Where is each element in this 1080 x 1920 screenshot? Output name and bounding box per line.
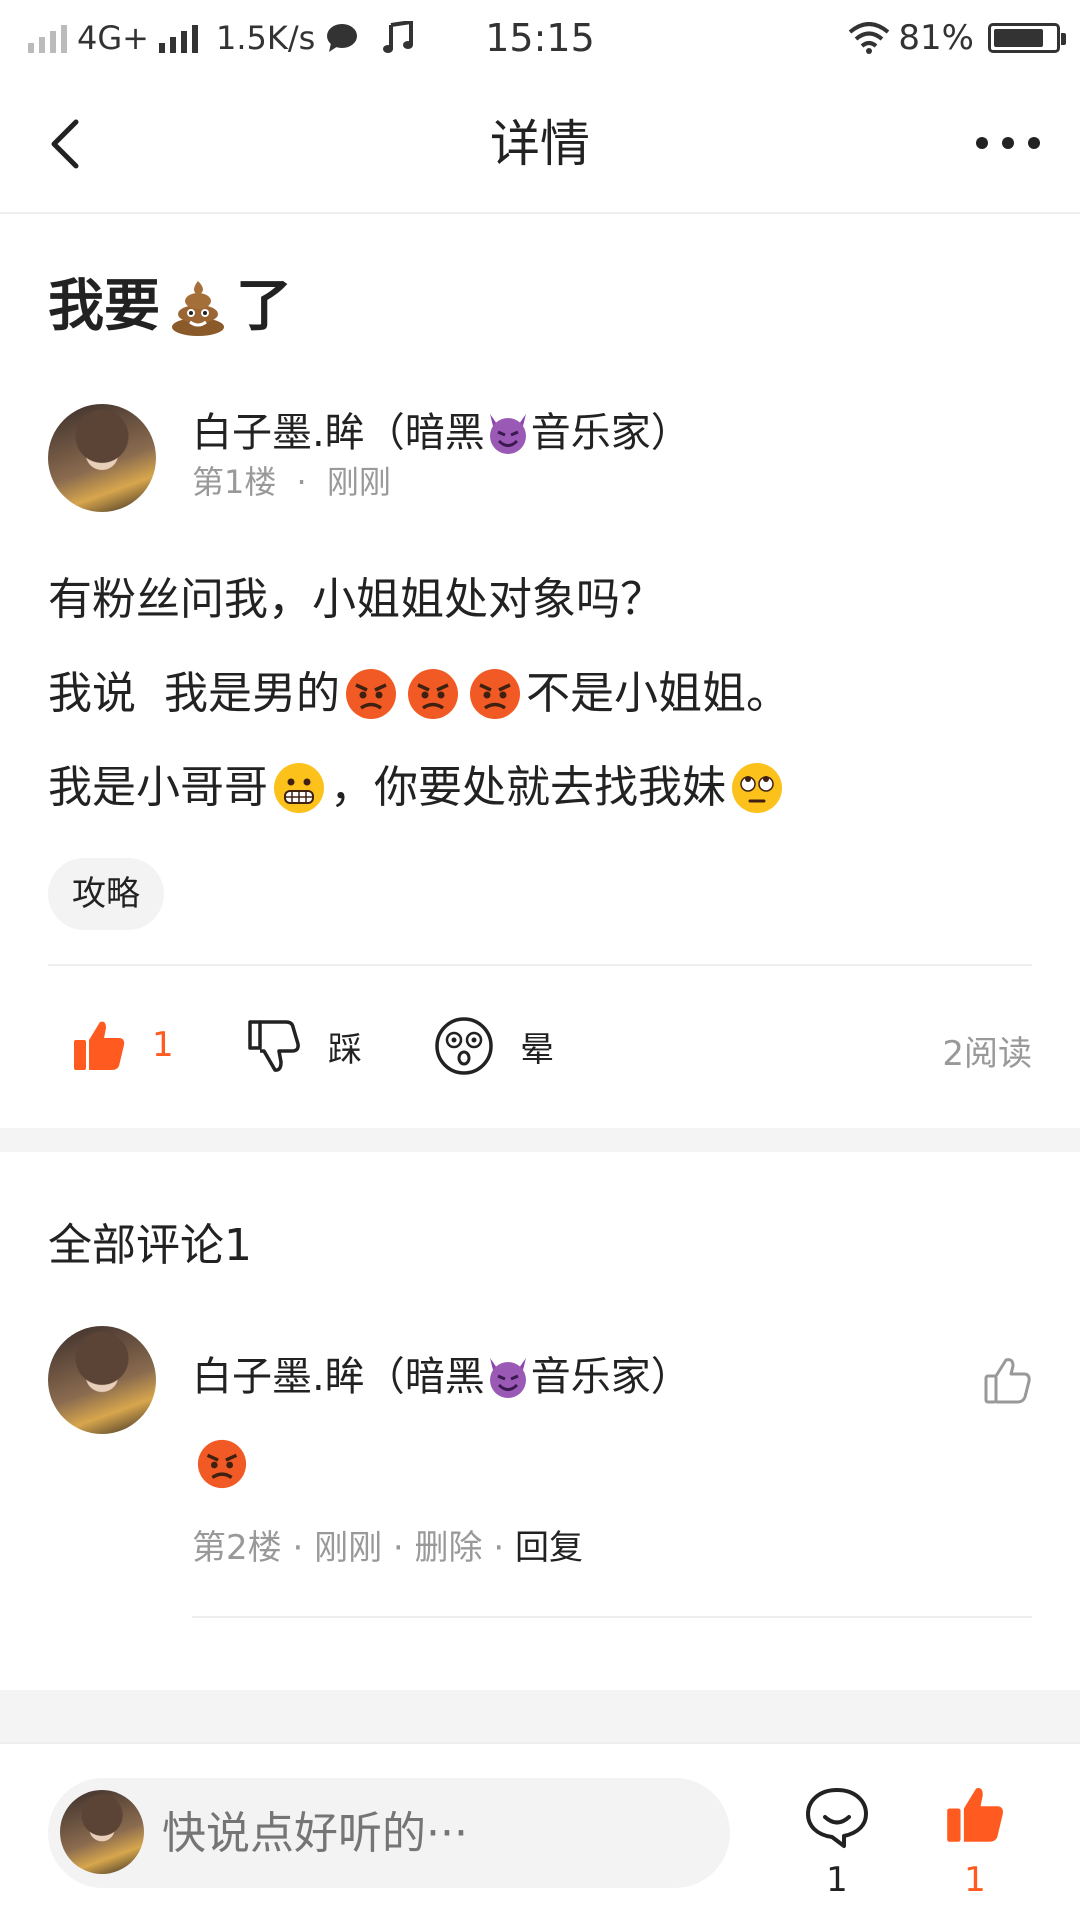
dizzy-button[interactable]: 晕 <box>434 1016 554 1076</box>
dizzy-face-icon <box>435 1017 493 1075</box>
comment-icon[interactable] <box>802 1784 872 1850</box>
author-avatar[interactable] <box>48 404 156 512</box>
post-meta: 第1楼 · 刚刚 <box>192 462 391 502</box>
angry-face-emoji <box>407 669 458 719</box>
read-count: 2阅读 <box>942 1034 1032 1074</box>
angry-face-emoji <box>345 669 396 719</box>
angry-face-emoji <box>197 1439 247 1489</box>
comment-count: 1 <box>826 1860 848 1900</box>
post-line-2-text: 我说 我是男的 <box>48 668 340 719</box>
comments-header: 全部评论1 <box>48 1220 252 1271</box>
comment-input[interactable] <box>162 1778 702 1888</box>
like-count: 1 <box>152 1025 174 1065</box>
comment-floor: 第2楼 <box>192 1528 282 1568</box>
comment-reply-button[interactable]: 回复 <box>515 1528 583 1568</box>
wifi-icon <box>849 22 890 54</box>
comment-meta: 第2楼 · 刚刚 · 删除 · 回复 <box>192 1526 583 1570</box>
like-button[interactable]: 1 <box>72 1018 174 1072</box>
post-line-1-text: 有粉丝问我，小姐姐处对象吗？ <box>48 574 664 625</box>
bottom-separator <box>0 1690 1080 1742</box>
post-title: 我要 了 <box>48 272 292 342</box>
post-line-1: 有粉丝问我，小姐姐处对象吗？ <box>48 572 664 628</box>
bottom-like-count: 1 <box>964 1860 986 1900</box>
comment-time: 刚刚 <box>314 1528 383 1568</box>
comment-author-text-2: 音乐家） <box>530 1354 691 1400</box>
author-name[interactable]: 白子墨.眸（暗黑 音乐家） <box>192 408 691 458</box>
status-right: 81% <box>848 14 1066 62</box>
meta-separator: · <box>296 463 307 501</box>
status-bar: 4G+ 1.5K/s 15:15 81% <box>0 0 1080 76</box>
post-floor: 第1楼 <box>192 463 277 501</box>
comment-like-icon[interactable] <box>984 1356 1032 1404</box>
my-avatar <box>60 1790 144 1874</box>
post-line-2: 我说 我是男的 不是小姐姐。 <box>48 666 790 722</box>
post-tag[interactable]: 攻略 <box>48 858 164 930</box>
dizzy-label: 晕 <box>520 1029 554 1070</box>
poop-emoji <box>172 281 224 336</box>
battery-percent: 81% <box>898 18 974 58</box>
angry-face-emoji <box>469 669 520 719</box>
comment-meta-sep: · <box>493 1528 505 1568</box>
comment-meta-sep: · <box>392 1528 404 1568</box>
comment-delete-button[interactable]: 删除 <box>415 1528 483 1568</box>
battery-fill <box>994 29 1043 47</box>
post-divider <box>48 964 1032 966</box>
battery-icon <box>988 23 1066 53</box>
author-name-text: 白子墨.眸（暗黑 <box>192 410 485 456</box>
post-line-3-text-2: ，你要处就去找我妹 <box>330 762 726 813</box>
comment-input-box[interactable] <box>48 1778 730 1888</box>
post-line-2-text-2: 不是小姐姐。 <box>525 668 790 719</box>
post-line-3-text: 我是小哥哥 <box>48 762 268 813</box>
more-icon[interactable] <box>972 128 1044 158</box>
comment-author-text: 白子墨.眸（暗黑 <box>192 1354 485 1400</box>
thumbs-up-filled-icon <box>74 1021 125 1070</box>
rolling-eyes-emoji <box>732 763 782 813</box>
comment-divider <box>192 1616 1032 1618</box>
dislike-button[interactable]: 踩 <box>246 1018 362 1074</box>
dislike-label: 踩 <box>328 1029 362 1070</box>
post-line-3: 我是小哥哥 ，你要处就去找我妹 <box>48 760 788 816</box>
author-name-text-2: 音乐家） <box>530 410 691 456</box>
devil-emoji <box>489 414 526 454</box>
devil-emoji <box>489 1358 526 1398</box>
page-title: 详情 <box>490 115 590 173</box>
comment-meta-sep: · <box>292 1528 304 1568</box>
bottom-bar: 1 1 <box>0 1742 1080 1920</box>
section-separator <box>0 1128 1080 1152</box>
comment-author-name[interactable]: 白子墨.眸（暗黑 音乐家） <box>192 1352 691 1402</box>
thumbs-down-icon <box>248 1020 300 1072</box>
like-filled-icon[interactable] <box>940 1784 1010 1844</box>
post-title-text-2: 了 <box>236 274 292 339</box>
post-title-text-1: 我要 <box>48 274 160 339</box>
comment-avatar[interactable] <box>48 1326 156 1434</box>
grimacing-face-emoji <box>274 763 324 813</box>
post-time: 刚刚 <box>326 463 391 501</box>
nav-bar: 详情 <box>0 76 1080 214</box>
